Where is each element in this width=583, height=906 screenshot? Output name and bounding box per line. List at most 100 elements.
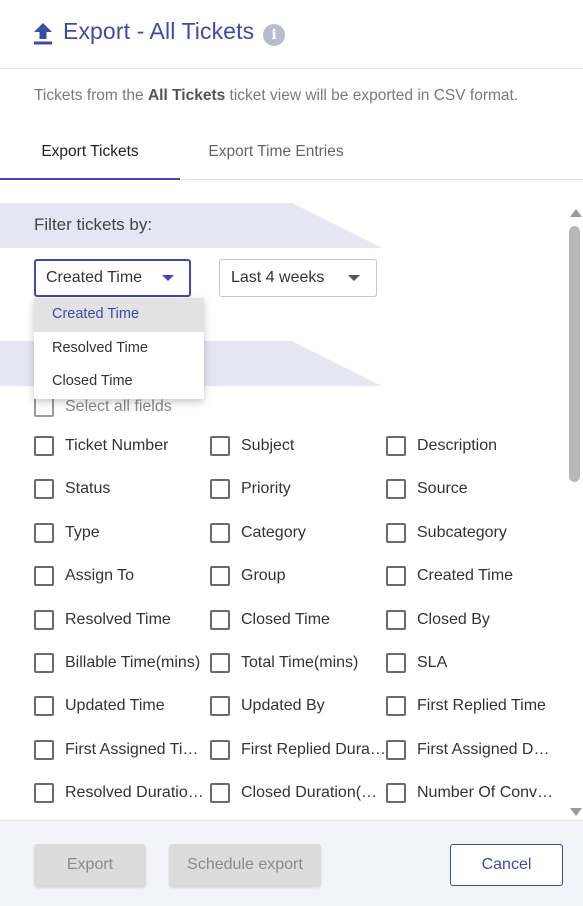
field-checkbox[interactable]: Number Of Conve…: [386, 782, 558, 804]
checkbox-box: [386, 740, 406, 760]
field-checkbox-label: Ticket Number: [65, 437, 169, 454]
field-checkbox[interactable]: Total Time(mins): [210, 652, 386, 674]
field-checkbox-label: Subcategory: [417, 524, 507, 541]
field-checkbox[interactable]: Status: [34, 478, 210, 500]
field-checkbox[interactable]: Updated By: [210, 695, 386, 717]
field-checkbox-label: Type: [65, 524, 100, 541]
checkbox-box: [386, 523, 406, 543]
scrollbar-thumb[interactable]: [569, 226, 580, 482]
field-checkbox-label: Status: [65, 480, 111, 497]
dropdown-option-created-time[interactable]: Created Time: [34, 298, 204, 332]
field-checkbox[interactable]: SLA: [386, 652, 558, 674]
description-prefix: Tickets from the: [34, 87, 148, 104]
filter-field-dropdown: Created Time Resolved Time Closed Time: [34, 298, 204, 399]
checkbox-box: [386, 436, 406, 456]
field-checkbox[interactable]: Subject: [210, 435, 386, 457]
field-checkbox[interactable]: Closed Time: [210, 609, 386, 631]
tab-export-tickets[interactable]: Export Tickets: [0, 130, 180, 180]
field-checkbox[interactable]: Assign To: [34, 565, 210, 587]
field-checkbox[interactable]: First Assigned Ti…: [34, 739, 210, 761]
date-range-value: Last 4 weeks: [231, 269, 325, 286]
field-checkbox[interactable]: Ticket Number: [34, 435, 210, 457]
field-checkbox-label: SLA: [417, 654, 448, 671]
field-checkbox[interactable]: Closed By: [386, 609, 558, 631]
field-checkbox[interactable]: Closed Duration(…: [210, 782, 386, 804]
field-checkbox[interactable]: Priority: [210, 478, 386, 500]
field-checkbox[interactable]: Resolved Time: [34, 609, 210, 631]
chevron-down-icon: [348, 275, 360, 281]
field-checkbox[interactable]: First Assigned Du…: [386, 739, 558, 761]
dropdown-option-resolved-time[interactable]: Resolved Time: [34, 332, 204, 366]
checkbox-box: [210, 653, 230, 673]
fields-scrollbar[interactable]: [566, 203, 583, 820]
select-all-checkbox[interactable]: Select all fields: [34, 396, 234, 418]
field-checkbox-label: Total Time(mins): [241, 654, 359, 671]
field-checkbox-label: Number Of Conve…: [417, 784, 558, 801]
field-checkbox[interactable]: Updated Time: [34, 695, 210, 717]
field-checkbox-label: Created Time: [417, 567, 514, 584]
checkbox-box: [210, 783, 230, 803]
field-checkbox[interactable]: Category: [210, 522, 386, 544]
checkbox-box: [210, 566, 230, 586]
checkbox-box: [34, 610, 54, 630]
filter-field-value: Created Time: [46, 269, 143, 286]
field-checkbox-label: Billable Time(mins): [65, 654, 201, 671]
scroll-up-arrow-icon[interactable]: [570, 209, 582, 217]
filter-field-select[interactable]: Created Time: [34, 259, 191, 297]
checkbox-box: [34, 436, 54, 456]
checkbox-box: [34, 740, 54, 760]
date-range-select[interactable]: Last 4 weeks: [219, 259, 377, 297]
checkbox-box: [34, 566, 54, 586]
field-checkbox[interactable]: Source: [386, 478, 558, 500]
field-checkbox[interactable]: First Replied Time: [386, 695, 558, 717]
checkbox-box: [210, 436, 230, 456]
field-checkbox[interactable]: First Replied Dura…: [210, 739, 386, 761]
schedule-export-button[interactable]: Schedule export: [169, 844, 321, 886]
checkbox-box: [34, 696, 54, 716]
info-icon[interactable]: i: [263, 24, 285, 46]
field-checkbox[interactable]: Billable Time(mins): [34, 652, 210, 674]
field-checkbox-label: Resolved Time: [65, 611, 171, 628]
export-button[interactable]: Export: [34, 844, 146, 886]
checkbox-box: [34, 523, 54, 543]
checkbox-box: [386, 566, 406, 586]
checkbox-box: [386, 696, 406, 716]
scroll-down-arrow-icon[interactable]: [570, 808, 582, 816]
filter-heading: Filter tickets by:: [34, 215, 153, 234]
cancel-button[interactable]: Cancel: [450, 844, 563, 886]
checkbox-box: [386, 783, 406, 803]
dialog-title: Export - All Tickets: [63, 18, 255, 44]
checkbox-box: [34, 397, 54, 417]
checkbox-box: [210, 479, 230, 499]
field-checkbox-label: Assign To: [65, 567, 135, 584]
checkbox-box: [210, 523, 230, 543]
field-checkbox-label: Resolved Duratio…: [65, 784, 204, 801]
field-checkbox-label: Group: [241, 567, 286, 584]
export-tabs: Export Tickets Export Time Entries: [0, 130, 583, 180]
field-checkbox-label: First Assigned Ti…: [65, 741, 199, 758]
field-checkbox-label: Closed Duration(…: [241, 784, 378, 801]
field-checkbox[interactable]: Type: [34, 522, 210, 544]
filter-section-banner: Filter tickets by:: [0, 203, 382, 248]
field-checkbox-label: Source: [417, 480, 468, 497]
field-checkbox[interactable]: Created Time: [386, 565, 558, 587]
dropdown-option-closed-time[interactable]: Closed Time: [34, 365, 204, 399]
field-checkbox[interactable]: Group: [210, 565, 386, 587]
field-checkbox-label: First Replied Dura…: [241, 741, 386, 758]
field-checkbox[interactable]: Resolved Duratio…: [34, 782, 210, 804]
field-checkbox-label: Priority: [241, 480, 291, 497]
checkbox-box: [386, 653, 406, 673]
field-checkbox[interactable]: Subcategory: [386, 522, 558, 544]
field-checkbox-label: Description: [417, 437, 498, 454]
checkbox-box: [386, 610, 406, 630]
select-all-label: Select all fields: [65, 398, 172, 415]
field-checkbox-label: First Assigned Du…: [417, 741, 558, 758]
field-checkbox-label: First Replied Time: [417, 697, 546, 714]
field-checkbox-label: Subject: [241, 437, 295, 454]
field-checkbox-label: Category: [241, 524, 306, 541]
field-checkbox[interactable]: Description: [386, 435, 558, 457]
upload-icon: [34, 23, 52, 45]
checkbox-box: [34, 783, 54, 803]
tab-export-time-entries[interactable]: Export Time Entries: [180, 130, 372, 180]
field-checkbox-label: Closed Time: [241, 611, 330, 628]
